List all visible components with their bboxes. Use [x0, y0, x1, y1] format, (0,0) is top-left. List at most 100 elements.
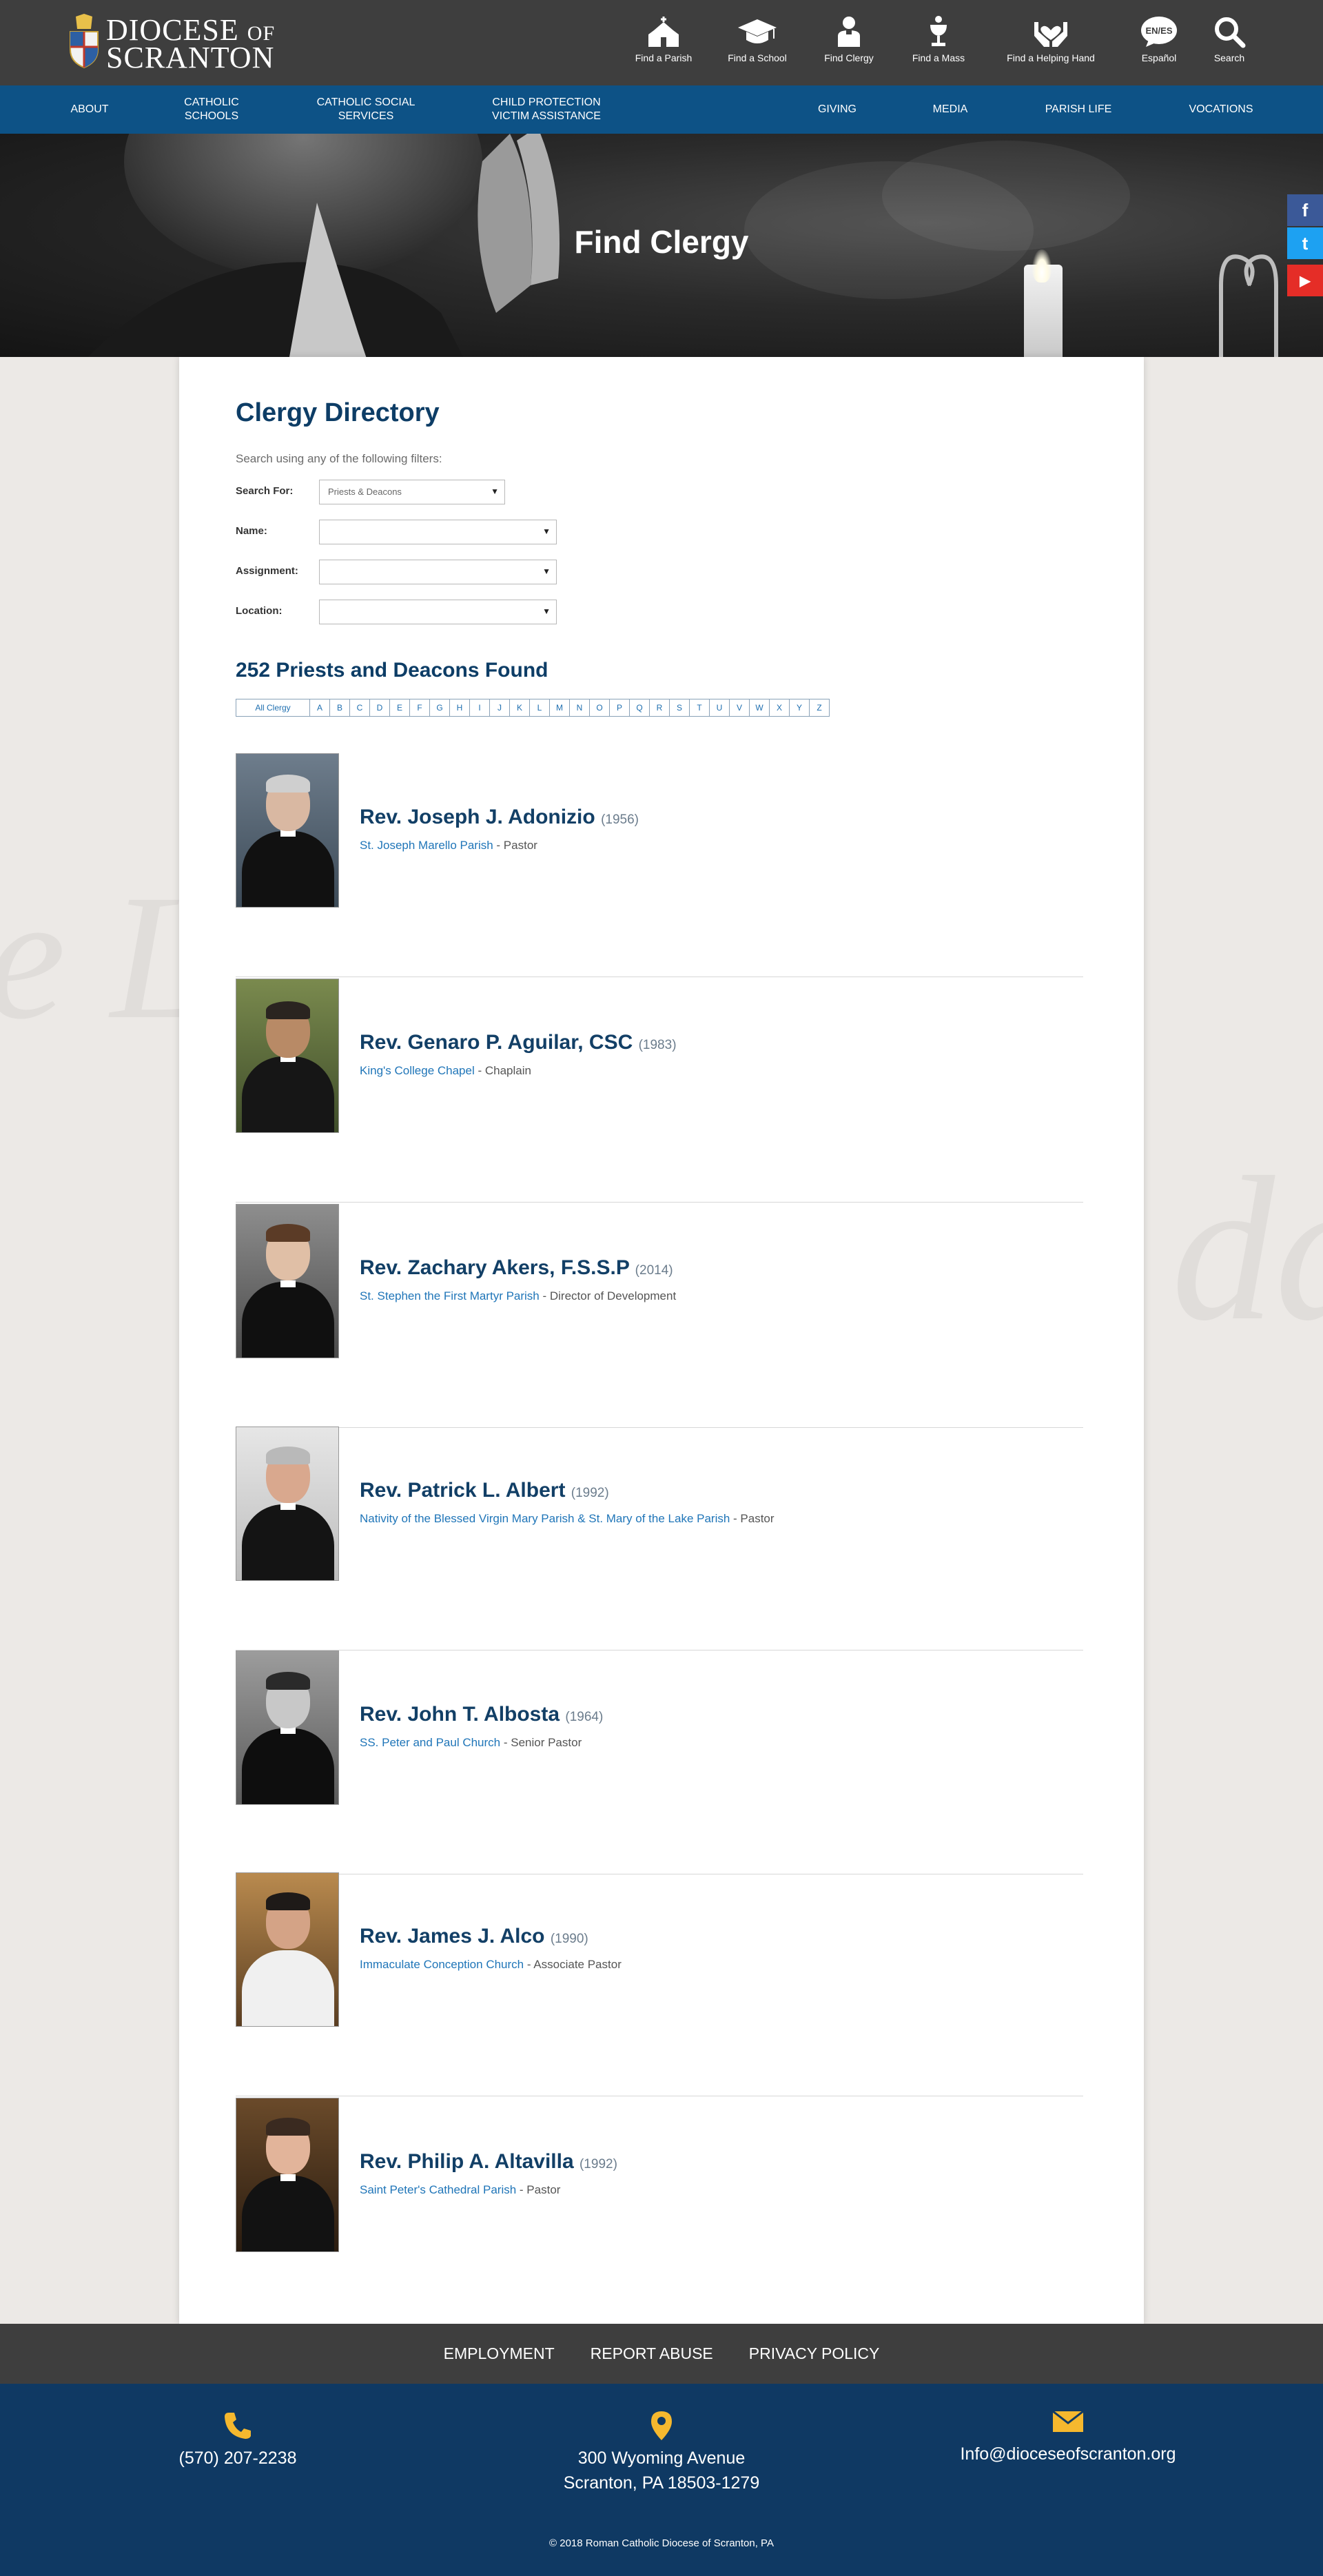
- find-a-mass-link[interactable]: Find a Mass: [904, 12, 973, 74]
- alpha-letter-i[interactable]: I: [469, 699, 490, 717]
- clergy-name[interactable]: Rev. Joseph J. Adonizio (1956): [360, 806, 639, 829]
- clergy-name[interactable]: Rev. Patrick L. Albert (1992): [360, 1479, 609, 1502]
- clergy-name[interactable]: Rev. Genaro P. Aguilar, CSC (1983): [360, 1031, 677, 1054]
- clergy-icon: [838, 17, 860, 47]
- alpha-all-clergy[interactable]: All Clergy: [236, 699, 310, 717]
- footer-links: Employment Report Abuse Privacy Policy: [0, 2324, 1323, 2384]
- find-a-school-link[interactable]: Find a School: [719, 12, 795, 74]
- clergy-photo[interactable]: [236, 979, 339, 1133]
- location-select[interactable]: ▼: [319, 600, 557, 624]
- parish-link[interactable]: Nativity of the Blessed Virgin Mary Pari…: [360, 1512, 730, 1525]
- ordination-year: (2014): [635, 1263, 673, 1278]
- youtube-icon[interactable]: ▶: [1287, 265, 1323, 296]
- clergy-name[interactable]: Rev. James J. Alco (1990): [360, 1925, 588, 1948]
- clergy-name[interactable]: Rev. Zachary Akers, F.S.S.P (2014): [360, 1256, 673, 1280]
- footer-link-privacy-policy[interactable]: Privacy Policy: [749, 2344, 880, 2363]
- search-for-label: Search For:: [236, 485, 294, 497]
- alpha-letter-m[interactable]: M: [549, 699, 570, 717]
- clergy-assignment: St. Stephen the First Martyr Parish - Di…: [360, 1289, 677, 1302]
- language-bubble-icon: EN/ES: [1141, 17, 1177, 47]
- phone-icon: [225, 2413, 251, 2439]
- alpha-letter-e[interactable]: E: [389, 699, 410, 717]
- find-a-helping-hand-link[interactable]: Find a Helping Hand: [992, 12, 1109, 74]
- footer-address[interactable]: 300 Wyoming Avenue Scranton, PA 18503-12…: [535, 2411, 788, 2495]
- search-for-select[interactable]: Priests & Deacons ▼: [319, 480, 505, 504]
- footer-link-report-abuse[interactable]: Report Abuse: [591, 2344, 713, 2363]
- nav-catholic-social-services[interactable]: Catholic Social Services: [307, 85, 424, 134]
- alpha-letter-o[interactable]: O: [589, 699, 610, 717]
- alpha-letter-l[interactable]: L: [529, 699, 550, 717]
- clergy-name[interactable]: Rev. Philip A. Altavilla (1992): [360, 2150, 617, 2174]
- alpha-letter-t[interactable]: T: [689, 699, 710, 717]
- footer-email[interactable]: Info@dioceseofscranton.org: [937, 2411, 1199, 2466]
- twitter-icon[interactable]: t: [1287, 227, 1323, 259]
- espanol-link[interactable]: EN/ES Español: [1131, 12, 1187, 74]
- results-count-heading: 252 Priests and Deacons Found: [236, 659, 548, 682]
- alpha-letter-p[interactable]: P: [609, 699, 630, 717]
- parish-link[interactable]: St. Joseph Marello Parish: [360, 839, 493, 852]
- alpha-letter-h[interactable]: H: [449, 699, 470, 717]
- alpha-letter-w[interactable]: W: [749, 699, 770, 717]
- alpha-letter-a[interactable]: A: [309, 699, 330, 717]
- nav-giving[interactable]: Giving: [808, 85, 867, 134]
- alpha-letter-k[interactable]: K: [509, 699, 530, 717]
- envelope-icon: [1053, 2411, 1083, 2432]
- clergy-photo[interactable]: [236, 1872, 339, 2027]
- alpha-letter-b[interactable]: B: [329, 699, 350, 717]
- parish-link[interactable]: St. Stephen the First Martyr Parish: [360, 1289, 540, 1302]
- parish-link[interactable]: SS. Peter and Paul Church: [360, 1736, 500, 1749]
- facebook-icon[interactable]: f: [1287, 194, 1323, 226]
- nav-parish-life[interactable]: Parish Life: [1034, 85, 1123, 134]
- chalice-icon: [930, 16, 947, 46]
- clergy-photo[interactable]: [236, 753, 339, 908]
- alpha-letter-q[interactable]: Q: [629, 699, 650, 717]
- hands-heart-icon: [1034, 22, 1067, 47]
- assignment-select[interactable]: ▼: [319, 560, 557, 584]
- nav-media[interactable]: Media: [921, 85, 980, 134]
- alpha-letter-g[interactable]: G: [429, 699, 450, 717]
- alpha-letter-u[interactable]: U: [709, 699, 730, 717]
- name-select[interactable]: ▼: [319, 520, 557, 544]
- page-title: Find Clergy: [574, 224, 749, 260]
- footer-link-employment[interactable]: Employment: [444, 2344, 555, 2363]
- clergy-assignment: Immaculate Conception Church - Associate…: [360, 1958, 622, 1971]
- search-link[interactable]: Search: [1202, 12, 1257, 74]
- alpha-letter-z[interactable]: Z: [809, 699, 830, 717]
- clergy-assignment: Saint Peter's Cathedral Parish - Pastor: [360, 2183, 561, 2196]
- diocese-logo[interactable]: DIOCESE OF SCRANTON: [66, 14, 287, 73]
- hero-banner: Find Clergy: [0, 134, 1323, 357]
- chevron-down-icon: ▼: [542, 606, 551, 616]
- find-clergy-link[interactable]: Find Clergy: [814, 12, 883, 74]
- alpha-letter-n[interactable]: N: [569, 699, 590, 717]
- assignment-label: Assignment:: [236, 565, 298, 577]
- parish-link[interactable]: Immaculate Conception Church: [360, 1958, 524, 1971]
- alpha-letter-j[interactable]: J: [489, 699, 510, 717]
- chevron-down-icon: ▼: [542, 527, 551, 536]
- nav-catholic-schools[interactable]: Catholic Schools: [174, 85, 249, 134]
- clergy-name[interactable]: Rev. John T. Albosta (1964): [360, 1703, 603, 1726]
- clergy-photo[interactable]: [236, 1650, 339, 1805]
- parish-link[interactable]: King's College Chapel: [360, 1064, 478, 1077]
- footer-phone[interactable]: (570) 207-2238: [138, 2411, 338, 2471]
- copyright-text: © 2018 Roman Catholic Diocese of Scranto…: [549, 2537, 774, 2549]
- alpha-letter-c[interactable]: C: [349, 699, 370, 717]
- clergy-photo[interactable]: [236, 2098, 339, 2252]
- alpha-letter-y[interactable]: Y: [789, 699, 810, 717]
- parish-link[interactable]: Saint Peter's Cathedral Parish: [360, 2183, 516, 2196]
- clergy-photo[interactable]: [236, 1204, 339, 1358]
- alpha-letter-v[interactable]: V: [729, 699, 750, 717]
- nav-vocations[interactable]: Vocations: [1180, 85, 1262, 134]
- clergy-assignment: Nativity of the Blessed Virgin Mary Pari…: [360, 1512, 775, 1525]
- find-a-parish-link[interactable]: Find a Parish: [626, 12, 701, 74]
- alpha-letter-r[interactable]: R: [649, 699, 670, 717]
- alphabet-filter: All Clergy A B C D E F G H I J K L M N O…: [236, 699, 830, 717]
- alpha-letter-s[interactable]: S: [669, 699, 690, 717]
- nav-child-protection[interactable]: Child Protection Victim Assistance: [482, 85, 611, 134]
- nav-about[interactable]: About: [62, 85, 117, 134]
- alpha-letter-f[interactable]: F: [409, 699, 430, 717]
- alpha-letter-x[interactable]: X: [769, 699, 790, 717]
- ordination-year: (1990): [550, 1932, 588, 1946]
- clergy-photo[interactable]: [236, 1427, 339, 1581]
- alpha-letter-d[interactable]: D: [369, 699, 390, 717]
- divider: [236, 1202, 1083, 1203]
